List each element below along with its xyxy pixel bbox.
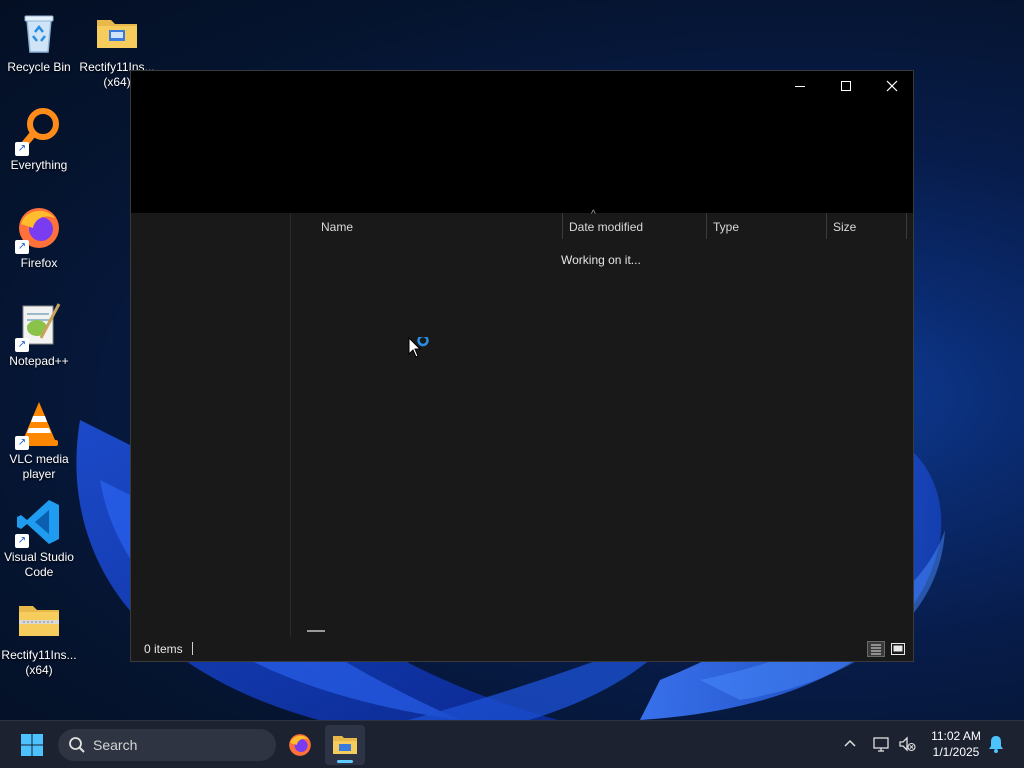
- loading-message: Working on it...: [561, 253, 641, 267]
- close-icon: [886, 80, 898, 92]
- clock-date: 1/1/2025: [932, 745, 980, 759]
- shortcut-arrow-icon: ↗: [15, 534, 29, 548]
- network-icon: [873, 737, 889, 752]
- zip-folder-icon: [15, 596, 63, 644]
- search-label: Search: [93, 737, 138, 753]
- maximize-button[interactable]: [823, 71, 869, 101]
- busy-cursor-icon: [408, 334, 429, 358]
- active-app-indicator: [337, 760, 353, 763]
- file-explorer-icon: [333, 736, 357, 754]
- show-hidden-icons-button[interactable]: [839, 733, 861, 755]
- taskbar: Search 11:02 AM 1/1/2025: [0, 720, 1024, 768]
- firefox-icon: ↗: [15, 204, 63, 254]
- everything-search-icon: ↗: [15, 106, 63, 156]
- desktop-icon-label: Notepad++: [9, 354, 69, 368]
- desktop-icon-label: Visual Studio Code: [4, 550, 74, 579]
- desktop-icon-everything[interactable]: ↗ Everything: [0, 106, 78, 173]
- vlc-icon: ↗: [15, 400, 63, 450]
- notifications-button[interactable]: [985, 733, 1007, 755]
- close-button[interactable]: [869, 71, 915, 101]
- file-explorer-window: Name ^ Date modified Type Size Working o…: [130, 70, 914, 662]
- column-date-modified-label: Date modified: [569, 220, 644, 234]
- busy-cursor: [408, 334, 432, 366]
- shortcut-arrow-icon: ↗: [15, 338, 29, 352]
- desktop-icon-label: Recycle Bin: [7, 60, 71, 74]
- desktop-icon-recycle-bin[interactable]: Recycle Bin: [0, 8, 78, 75]
- desktop-icon-firefox[interactable]: ↗ Firefox: [0, 204, 78, 271]
- shortcut-arrow-icon: ↗: [15, 240, 29, 254]
- column-divider[interactable]: [562, 213, 563, 239]
- volume-muted-icon: [899, 736, 916, 752]
- column-header-date-modified[interactable]: Date modified: [569, 213, 706, 241]
- bell-icon: [989, 736, 1003, 753]
- firefox-icon: [289, 734, 311, 756]
- search-icon: [69, 737, 85, 753]
- large-icons-view-icon: [891, 643, 905, 655]
- status-separator: [192, 642, 193, 655]
- column-header-type[interactable]: Type: [713, 213, 826, 241]
- desktop: Recycle Bin Rectify11Ins... (x64) ↗ Ever…: [0, 0, 1024, 720]
- column-size-label: Size: [833, 220, 857, 234]
- system-clock[interactable]: 11:02 AM 1/1/2025: [920, 728, 992, 760]
- column-header-name[interactable]: Name: [321, 213, 562, 241]
- start-button[interactable]: [16, 731, 48, 759]
- column-type-label: Type: [713, 220, 740, 234]
- title-bar[interactable]: [131, 71, 913, 213]
- column-name-label: Name: [321, 220, 354, 234]
- minimize-icon: [795, 86, 805, 87]
- clock-time: 11:02 AM: [931, 729, 981, 743]
- shortcut-arrow-icon: ↗: [15, 436, 29, 450]
- desktop-icon-rectify11-zip[interactable]: Rectify11Ins... (x64): [0, 596, 78, 678]
- details-view-icon: [871, 644, 881, 655]
- large-icons-view-button[interactable]: [889, 641, 907, 657]
- navigation-pane[interactable]: [131, 213, 291, 637]
- folder-icon: [93, 8, 141, 56]
- item-count: 0 items: [144, 642, 183, 656]
- desktop-icon-notepad-plus-plus[interactable]: ↗ Notepad++: [0, 302, 78, 369]
- desktop-icon-label: Everything: [10, 158, 68, 172]
- recycle-bin-icon: [15, 8, 63, 56]
- desktop-icon-label: Firefox: [20, 256, 58, 270]
- taskbar-search[interactable]: Search: [58, 729, 276, 761]
- volume-button[interactable]: [896, 733, 918, 755]
- taskbar-file-explorer[interactable]: [325, 725, 365, 765]
- column-divider[interactable]: [826, 213, 827, 239]
- column-divider[interactable]: [906, 213, 907, 239]
- status-bar: 0 items: [131, 637, 913, 661]
- windows-start-icon: [21, 734, 43, 756]
- taskbar-firefox[interactable]: [280, 725, 320, 765]
- column-divider[interactable]: [706, 213, 707, 239]
- shortcut-arrow-icon: ↗: [15, 142, 29, 156]
- column-header-size[interactable]: Size: [833, 213, 906, 241]
- details-view-button[interactable]: [867, 641, 885, 657]
- file-list-pane[interactable]: Name ^ Date modified Type Size Working o…: [291, 209, 913, 637]
- network-button[interactable]: [870, 733, 892, 755]
- notepad-plus-plus-icon: ↗: [15, 302, 63, 352]
- chevron-up-icon: [844, 739, 856, 747]
- desktop-icon-label: Rectify11Ins... (x64): [1, 648, 77, 677]
- desktop-icon-vscode[interactable]: ↗ Visual Studio Code: [0, 498, 78, 580]
- minimize-button[interactable]: [777, 71, 823, 101]
- maximize-icon: [841, 81, 851, 91]
- vscode-icon: ↗: [15, 498, 63, 548]
- desktop-icon-vlc[interactable]: ↗ VLC media player: [0, 400, 78, 482]
- horizontal-scrollbar[interactable]: [307, 630, 325, 632]
- desktop-icon-label: VLC media player: [9, 452, 69, 481]
